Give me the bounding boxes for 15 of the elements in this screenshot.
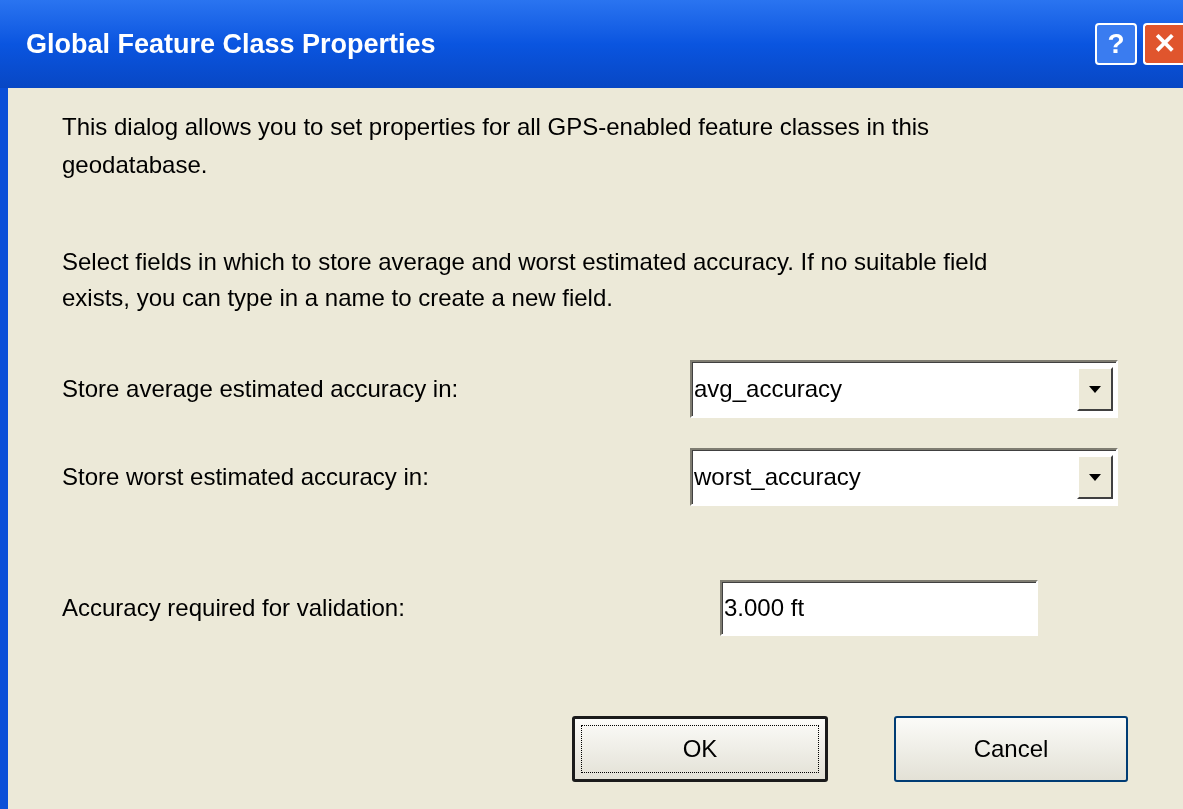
caret-icon (1077, 367, 1113, 411)
caret-icon (1077, 455, 1113, 499)
window-title: Global Feature Class Properties (26, 27, 437, 61)
field-label: Store average estimated accuracy in: (62, 374, 460, 404)
instructions-text: Select fields in which to store average and worst estimated accuracy. If no suitable field exists, you can type in a name to create a new field. (62, 247, 989, 313)
field-label: Store worst estimated accuracy in: (62, 462, 430, 492)
dropdown-field[interactable]: worst_accuracy (690, 448, 1118, 506)
dialog-button[interactable]: OK (572, 716, 828, 782)
dialog-button[interactable]: Cancel (894, 716, 1128, 782)
intro-text: This dialog allows you to set properties for all GPS-enabled feature classes in this geodatabase. (62, 112, 931, 180)
text-field[interactable]: 3.000 ft (720, 580, 1038, 636)
dropdown-field[interactable]: avg_accuracy (690, 360, 1118, 418)
help-button[interactable]: ? (1095, 23, 1137, 65)
close-button[interactable]: ✕ (1143, 23, 1183, 65)
field-label: Accuracy required for validation: (62, 593, 406, 623)
